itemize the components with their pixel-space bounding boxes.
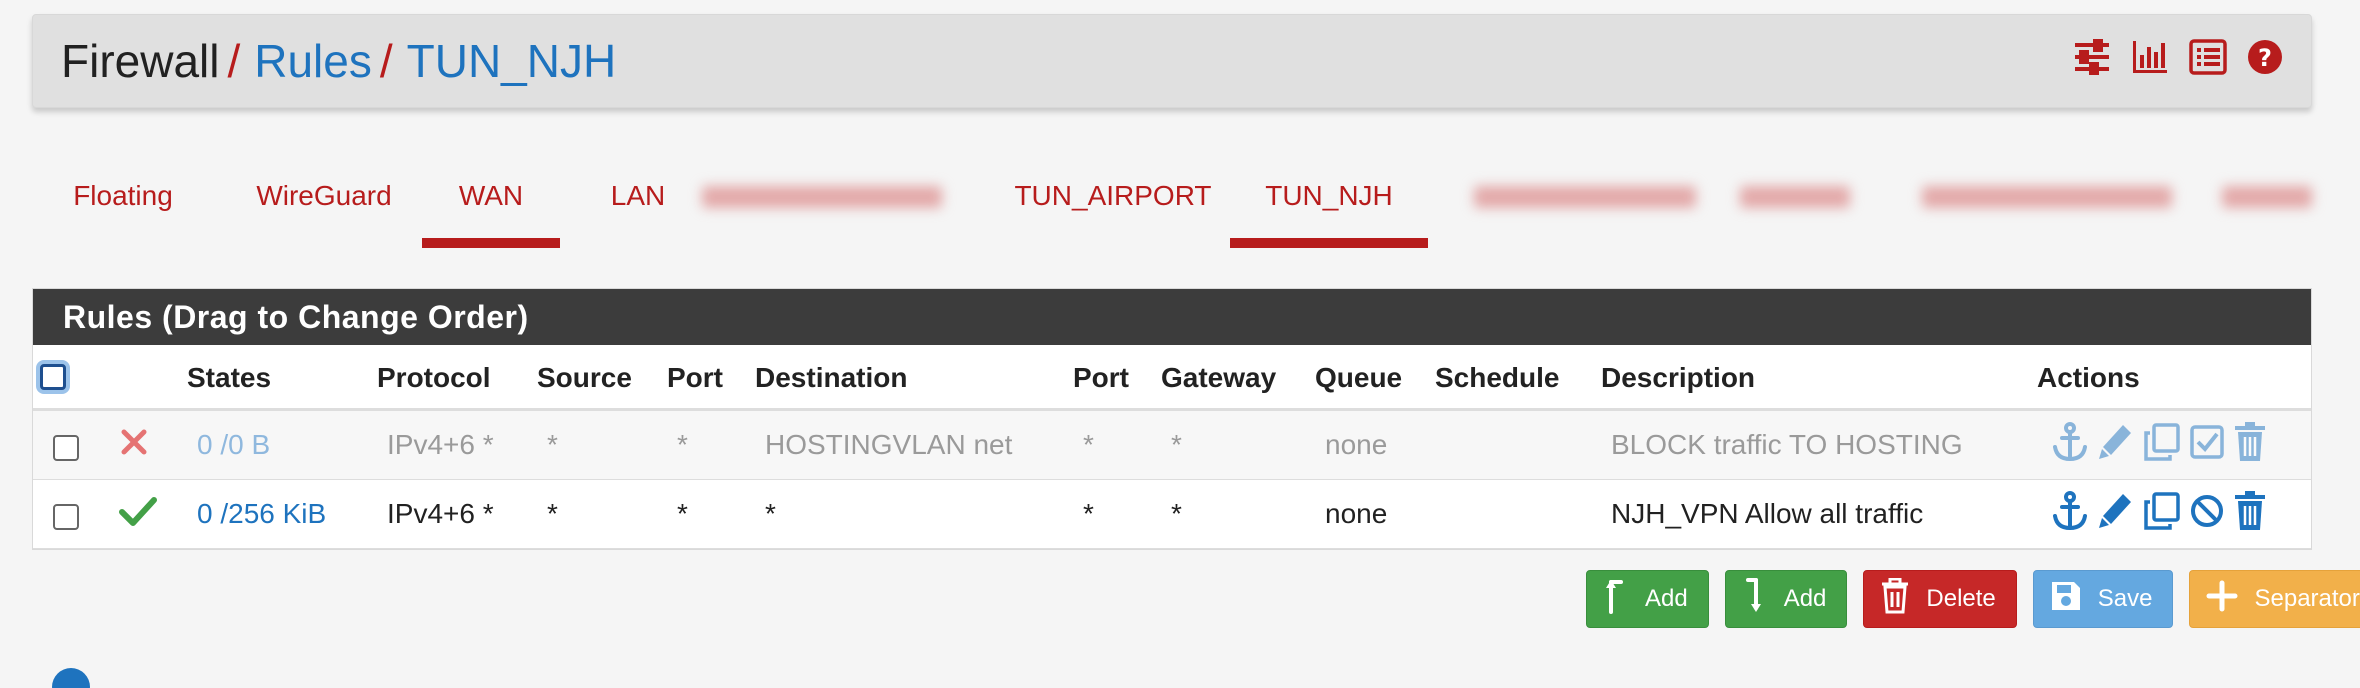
redacted-tab[interactable] [1740,186,1850,208]
source-value: * [547,429,558,460]
redacted-tab[interactable] [702,186,942,208]
select-all-checkbox[interactable] [40,364,66,390]
add-bottom-label: Add [1783,585,1827,612]
col-schedule: Schedule [1435,362,1560,393]
states-value[interactable]: 0 /256 KiB [197,480,326,548]
description-value: NJH_VPN Allow all traffic [1611,498,1924,529]
protocol-value: IPv4+6 * [387,498,494,529]
col-protocol: Protocol [377,362,491,393]
sliders-icon[interactable] [2073,39,2111,75]
source-port-value: * [677,498,688,529]
queue-value: none [1325,498,1388,529]
source-port-value: * [677,429,688,460]
dest-port-value: * [1083,498,1094,529]
help-icon[interactable]: ? [2247,39,2283,75]
tab-tun-njh[interactable]: TUN_NJH [1230,156,1428,248]
add-rule-bottom-button[interactable]: Add [1724,570,1848,628]
dest-port-value: * [1083,429,1094,460]
rules-panel: Rules (Drag to Change Order) States Prot… [32,288,2312,550]
enable-rule-icon[interactable] [2189,421,2225,463]
breadcrumb-rules[interactable]: Rules [254,35,372,87]
bar-chart-icon[interactable] [2131,39,2169,75]
redacted-tab[interactable] [1922,186,2172,208]
delete-trash-icon[interactable] [2233,421,2267,463]
row-checkbox[interactable] [53,435,79,461]
breadcrumb: Firewall / Rules / TUN_NJH [61,33,616,89]
table-row[interactable]: 0 /256 KiB IPv4+6 * * * * * * none NJH_V… [33,480,2311,549]
redacted-tab[interactable] [2222,186,2312,208]
row-checkbox[interactable] [53,504,79,530]
arrow-up-icon [1603,576,1629,623]
table-row[interactable]: 0 /0 B IPv4+6 * * * HOSTINGVLAN net * * … [33,411,2311,480]
col-actions: Actions [2037,362,2140,393]
edit-pencil-icon[interactable] [2097,490,2135,532]
edit-pencil-icon[interactable] [2097,421,2135,463]
delete-button[interactable]: Delete [1863,570,2017,628]
tab-wireguard[interactable]: WireGuard [244,156,404,246]
source-value: * [547,498,558,529]
disable-ban-icon[interactable] [2189,490,2225,532]
copy-icon[interactable] [2143,490,2181,532]
arrow-down-icon [1742,576,1768,623]
breadcrumb-separator: / [227,35,241,87]
save-icon [2050,580,2082,619]
interface-tabs: Floating WireGuard WAN LAN TUN_AIRPORT T… [32,156,2322,248]
breadcrumb-tun-njh[interactable]: TUN_NJH [407,35,617,87]
separator-button[interactable]: Separator [2189,570,2360,628]
col-description: Description [1601,362,1756,393]
col-destination: Destination [755,362,908,393]
col-source-port: Port [667,362,723,393]
row-actions [2051,421,2267,463]
add-rule-top-button[interactable]: Add [1586,570,1709,628]
protocol-value: IPv4+6 * [387,429,494,460]
gateway-value: * [1171,429,1182,460]
save-label: Save [2097,585,2153,612]
anchor-icon[interactable] [2051,490,2089,532]
breadcrumb-separator: / [379,35,393,87]
col-queue: Queue [1315,362,1403,393]
separator-label: Separator [2254,585,2360,612]
row-actions [2051,490,2267,532]
col-states: States [187,362,272,393]
copy-icon[interactable] [2143,421,2181,463]
add-top-label: Add [1645,585,1688,612]
plus-icon [2206,580,2238,619]
info-icon[interactable] [52,668,90,688]
states-value[interactable]: 0 /0 B [197,411,270,479]
destination-value: * [765,498,776,529]
tab-floating[interactable]: Floating [68,156,178,246]
header-icons: ? [2073,39,2283,75]
queue-value: none [1325,429,1388,460]
panel-title: Rules (Drag to Change Order) [33,289,2311,345]
save-button[interactable]: Save [2032,570,2174,628]
delete-trash-icon[interactable] [2233,490,2267,532]
list-icon[interactable] [2189,39,2227,75]
anchor-icon[interactable] [2051,421,2089,463]
breadcrumb-firewall: Firewall [61,35,220,87]
redacted-tab[interactable] [1474,186,1696,208]
svg-text:?: ? [2258,44,2272,72]
pass-check-icon [119,496,157,533]
trash-icon [1880,577,1910,621]
description-value: BLOCK traffic TO HOSTING [1611,429,1963,460]
tab-wan[interactable]: WAN [422,156,560,248]
tab-lan[interactable]: LAN [596,156,680,246]
tab-tun-airport[interactable]: TUN_AIRPORT [998,156,1228,246]
block-icon [119,427,149,462]
destination-value: HOSTINGVLAN net [765,429,1013,460]
col-source: Source [537,362,632,393]
col-gateway: Gateway [1161,362,1277,393]
gateway-value: * [1171,498,1182,529]
table-header: States Protocol Source Port Destination … [33,345,2311,411]
delete-label: Delete [1926,585,1996,612]
rule-buttons: Add Add Delete Save Separator [1586,570,2360,628]
col-dest-port: Port [1073,362,1129,393]
page-header: Firewall / Rules / TUN_NJH ? [32,14,2312,108]
